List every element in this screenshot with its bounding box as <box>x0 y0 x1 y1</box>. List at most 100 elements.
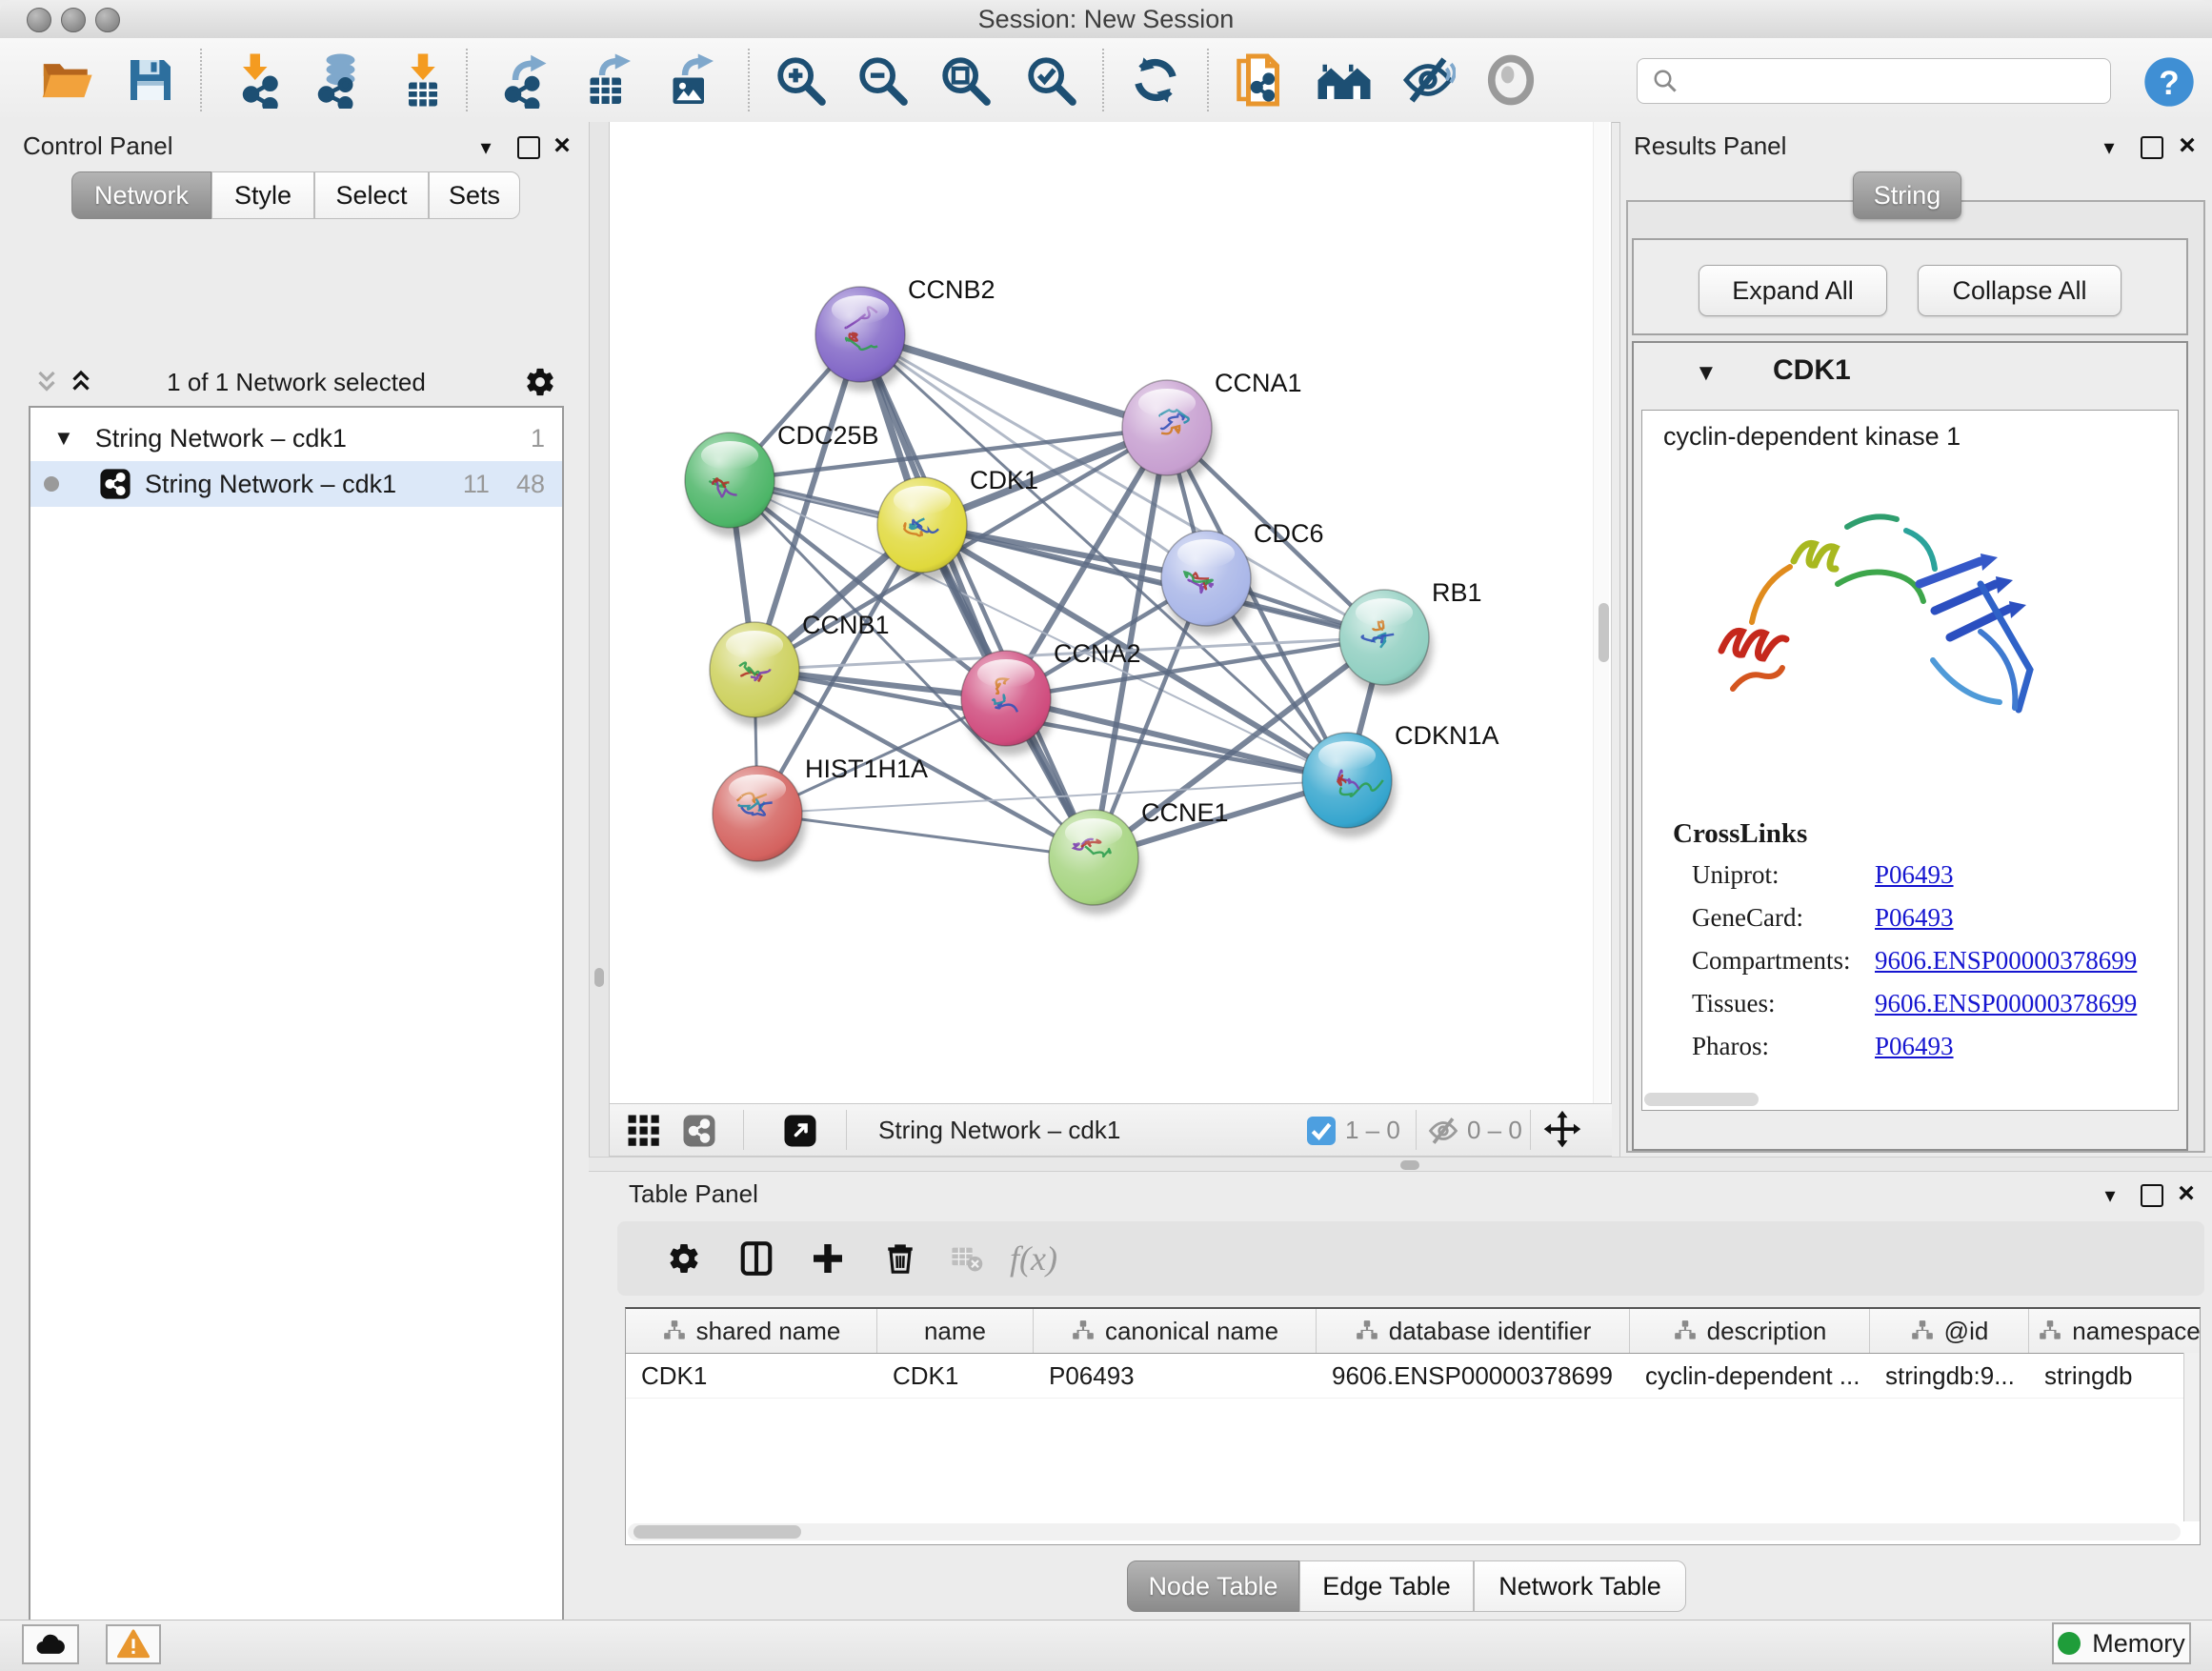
table-cell[interactable]: stringdb:9... <box>1870 1354 2029 1398</box>
canvas-scrollbar-thumb[interactable] <box>1599 603 1609 662</box>
import-table-button[interactable] <box>392 50 453 111</box>
column-header-name[interactable]: name <box>877 1309 1034 1353</box>
toolbar-search-field[interactable] <box>1637 58 2111 104</box>
open-session-button[interactable] <box>36 50 97 111</box>
crosslink-value-link[interactable]: 9606.ENSP00000378699 <box>1875 946 2137 976</box>
show-hidden-button[interactable] <box>1480 50 1541 111</box>
splitter-grip[interactable] <box>1400 1160 1419 1170</box>
tab-edge-table[interactable]: Edge Table <box>1299 1560 1474 1612</box>
network-collection-row[interactable]: ▼ String Network – cdk1 1 <box>30 415 562 461</box>
tab-node-table[interactable]: Node Table <box>1127 1560 1299 1612</box>
create-column-button[interactable] <box>797 1228 858 1289</box>
section-expander-icon[interactable]: ▼ <box>1695 360 1718 387</box>
warnings-button[interactable] <box>106 1624 161 1664</box>
table-panel-float-button[interactable]: ▾ <box>2096 1181 2124 1210</box>
birdseye-toggle-button[interactable] <box>627 1114 661 1153</box>
cloud-status-button[interactable] <box>22 1624 79 1664</box>
share-session-button[interactable] <box>1230 50 1291 111</box>
node-label-CDKN1A: CDKN1A <box>1395 721 1499 750</box>
table-row[interactable]: CDK1CDK1P064939606.ENSP00000378699cyclin… <box>626 1354 2200 1399</box>
control-panel-close-button[interactable]: × <box>548 131 576 160</box>
crosslink-value-link[interactable]: P06493 <box>1875 903 1954 933</box>
zoom-selected-icon <box>1023 52 1078 108</box>
tab-string[interactable]: String <box>1853 171 1961 219</box>
tab-network-table[interactable]: Network Table <box>1474 1560 1686 1612</box>
node-label-CCNB1: CCNB1 <box>802 611 890 639</box>
refresh-button[interactable] <box>1125 50 1186 111</box>
hide-selection-button[interactable] <box>1398 50 1458 111</box>
zoom-selected-button[interactable] <box>1020 50 1081 111</box>
results-panel-maximize-button[interactable] <box>2138 133 2166 162</box>
vertical-splitter[interactable] <box>589 122 610 1157</box>
column-header-label: database identifier <box>1389 1317 1591 1346</box>
table-cell[interactable]: CDK1 <box>877 1354 1034 1398</box>
column-header-canonical-name[interactable]: canonical name <box>1034 1309 1317 1353</box>
crosslinks-title: CrossLinks <box>1673 818 1807 850</box>
memory-button[interactable]: Memory <box>2052 1622 2191 1664</box>
network-options-gear-icon[interactable] <box>524 366 556 398</box>
expand-all-button[interactable]: Expand All <box>1699 265 1887 316</box>
network-canvas[interactable]: CCNB2CCNA1CDC25BCDK1CDC6RB1CCNB1CCNA2CDK… <box>610 122 1612 1103</box>
results-panel-float-button[interactable]: ▾ <box>2095 133 2123 162</box>
column-header--id[interactable]: @id <box>1870 1309 2029 1353</box>
network-column-icon <box>2038 1319 2062 1343</box>
tab-style[interactable]: Style <box>211 171 314 219</box>
table-cell[interactable]: P06493 <box>1034 1354 1317 1398</box>
node-table[interactable]: shared namenamecanonical name database id… <box>625 1307 2201 1545</box>
table-options-button[interactable] <box>654 1228 714 1289</box>
import-database-button[interactable] <box>308 50 369 111</box>
network-view-type-button[interactable] <box>682 1114 716 1153</box>
results-panel-close-button[interactable]: × <box>2173 131 2202 160</box>
export-view-button[interactable] <box>783 1114 817 1153</box>
table-cell[interactable]: stringdb <box>2029 1354 2201 1398</box>
zoom-fit-button[interactable] <box>935 50 995 111</box>
tab-select[interactable]: Select <box>314 171 429 219</box>
export-network-button[interactable] <box>494 50 555 111</box>
node-gloss <box>701 441 758 470</box>
network-graph[interactable]: CCNB2CCNA1CDC25BCDK1CDC6RB1CCNB1CCNA2CDK… <box>610 122 1612 1103</box>
column-header-database-identifier[interactable]: database identifier <box>1317 1309 1630 1353</box>
network-row[interactable]: String Network – cdk1 11 48 <box>30 461 562 507</box>
export-image-button[interactable] <box>659 50 720 111</box>
help-button[interactable]: ? <box>2139 51 2200 112</box>
control-panel-maximize-button[interactable] <box>514 133 543 162</box>
zoom-out-button[interactable] <box>852 50 913 111</box>
export-table-button[interactable] <box>576 50 637 111</box>
selected-checkbox[interactable] <box>1307 1117 1336 1145</box>
table-hscrollbar[interactable] <box>628 1523 2181 1540</box>
splitter-grip[interactable] <box>594 968 604 987</box>
zoom-in-button[interactable] <box>770 50 831 111</box>
column-header-namespace[interactable]: namespace <box>2029 1309 2201 1353</box>
search-input[interactable] <box>1687 67 2110 95</box>
column-header-shared-name[interactable]: shared name <box>626 1309 877 1353</box>
home-button[interactable] <box>1314 50 1375 111</box>
crosslink-value-link[interactable]: P06493 <box>1875 1032 1954 1061</box>
gene-description: cyclin-dependent kinase 1 <box>1663 422 1961 452</box>
table-cell[interactable]: cyclin-dependent ... <box>1630 1354 1870 1398</box>
table-panel-close-button[interactable]: × <box>2172 1179 2201 1208</box>
gene-section: ▼ CDK1 cyclin-dependent kinase 1 <box>1632 341 2188 1151</box>
table-panel-maximize-button[interactable] <box>2138 1181 2166 1210</box>
import-network-button[interactable] <box>228 50 289 111</box>
collapse-all-button[interactable]: Collapse All <box>1918 265 2122 316</box>
table-cell[interactable]: CDK1 <box>626 1354 877 1398</box>
table-hscrollbar-thumb[interactable] <box>633 1525 801 1539</box>
delete-column-button[interactable] <box>870 1228 931 1289</box>
edge-HIST1H1A-CCNE1[interactable] <box>757 814 1094 857</box>
horizontal-splitter[interactable] <box>589 1157 2212 1172</box>
show-columns-button[interactable] <box>726 1228 787 1289</box>
crosslink-value-link[interactable]: 9606.ENSP00000378699 <box>1875 989 2137 1018</box>
tab-sets[interactable]: Sets <box>429 171 520 219</box>
fit-content-button[interactable] <box>1541 1110 1583 1157</box>
save-session-button[interactable] <box>120 50 181 111</box>
tab-network[interactable]: Network <box>71 171 211 219</box>
control-panel-float-button[interactable]: ▾ <box>472 133 500 162</box>
table-cell[interactable]: 9606.ENSP00000378699 <box>1317 1354 1630 1398</box>
table-vscrollbar[interactable] <box>2183 1353 2200 1521</box>
network-selection-bar: 1 of 1 Network selected <box>29 360 564 404</box>
collection-expander-icon[interactable]: ▼ <box>53 426 74 451</box>
details-scrollbar-thumb[interactable] <box>1644 1093 1759 1106</box>
crosslink-value-link[interactable]: P06493 <box>1875 860 1954 890</box>
column-header-description[interactable]: description <box>1630 1309 1870 1353</box>
node-gloss <box>977 659 1035 688</box>
